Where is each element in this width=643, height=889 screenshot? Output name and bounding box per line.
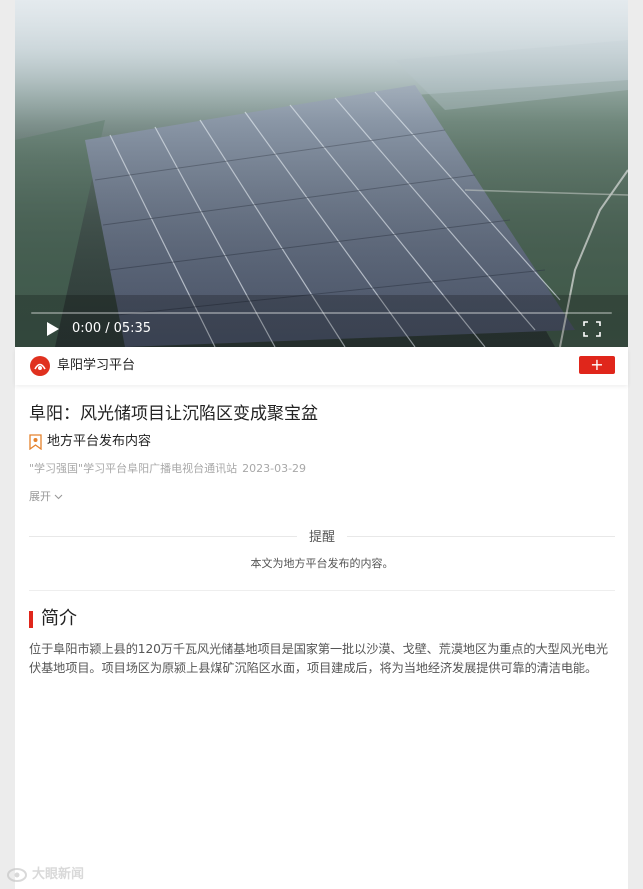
heading-accent-bar: [29, 610, 33, 628]
expand-label: 展开: [29, 490, 51, 503]
chevron-down-icon: [54, 494, 63, 500]
article-meta: "学习强国"学习平台阜阳广播电视台通讯站 2023-03-29: [29, 461, 306, 477]
article-page: 0:00 / 05:35 阜阳学习平台 + 阜阳：风光储项目让沉陷区变成聚宝盆 …: [15, 0, 628, 889]
watermark: 大眼新闻: [6, 866, 84, 884]
play-icon: [47, 322, 59, 336]
expand-button[interactable]: 展开: [29, 489, 63, 505]
time-separator: /: [105, 321, 110, 336]
notice-text: 本文为地方平台发布的内容。: [250, 557, 394, 570]
publisher-avatar[interactable]: [30, 356, 50, 376]
section-divider: [29, 590, 615, 591]
duration: 05:35: [113, 321, 152, 336]
watermark-text: 大眼新闻: [32, 867, 85, 882]
video-player[interactable]: 0:00 / 05:35: [15, 0, 628, 347]
article-date: 2023-03-29: [242, 462, 307, 475]
notice-title: 提醒: [296, 528, 347, 548]
follow-button[interactable]: +: [579, 356, 615, 374]
watermark-logo-icon: [7, 868, 27, 882]
intro-heading: 简介: [29, 608, 77, 630]
publisher-logo-icon: [31, 357, 49, 375]
progress-bar[interactable]: [31, 312, 612, 314]
article-source: "学习强国"学习平台阜阳广播电视台通讯站: [29, 462, 238, 475]
notice-box: 提醒 本文为地方平台发布的内容。: [29, 526, 615, 570]
tag-label: 地方平台发布内容: [47, 434, 152, 449]
intro-title: 简介: [41, 608, 77, 629]
bookmark-icon: [29, 434, 42, 450]
current-time: 0:00: [72, 321, 102, 336]
content-tag: 地方平台发布内容: [29, 433, 151, 451]
fullscreen-icon: [583, 321, 601, 337]
video-frame: [15, 0, 628, 347]
play-button[interactable]: [43, 320, 61, 338]
time-display: 0:00 / 05:35: [72, 320, 151, 338]
article-title: 阜阳：风光储项目让沉陷区变成聚宝盆: [29, 404, 318, 424]
publisher-name[interactable]: 阜阳学习平台: [57, 357, 135, 375]
intro-body: 位于阜阳市颍上县的120万千瓦风光储基地项目是国家第一批以沙漠、戈壁、荒漠地区为…: [29, 642, 608, 675]
publisher-bar: 阜阳学习平台 +: [15, 347, 628, 385]
fullscreen-button[interactable]: [582, 320, 602, 338]
